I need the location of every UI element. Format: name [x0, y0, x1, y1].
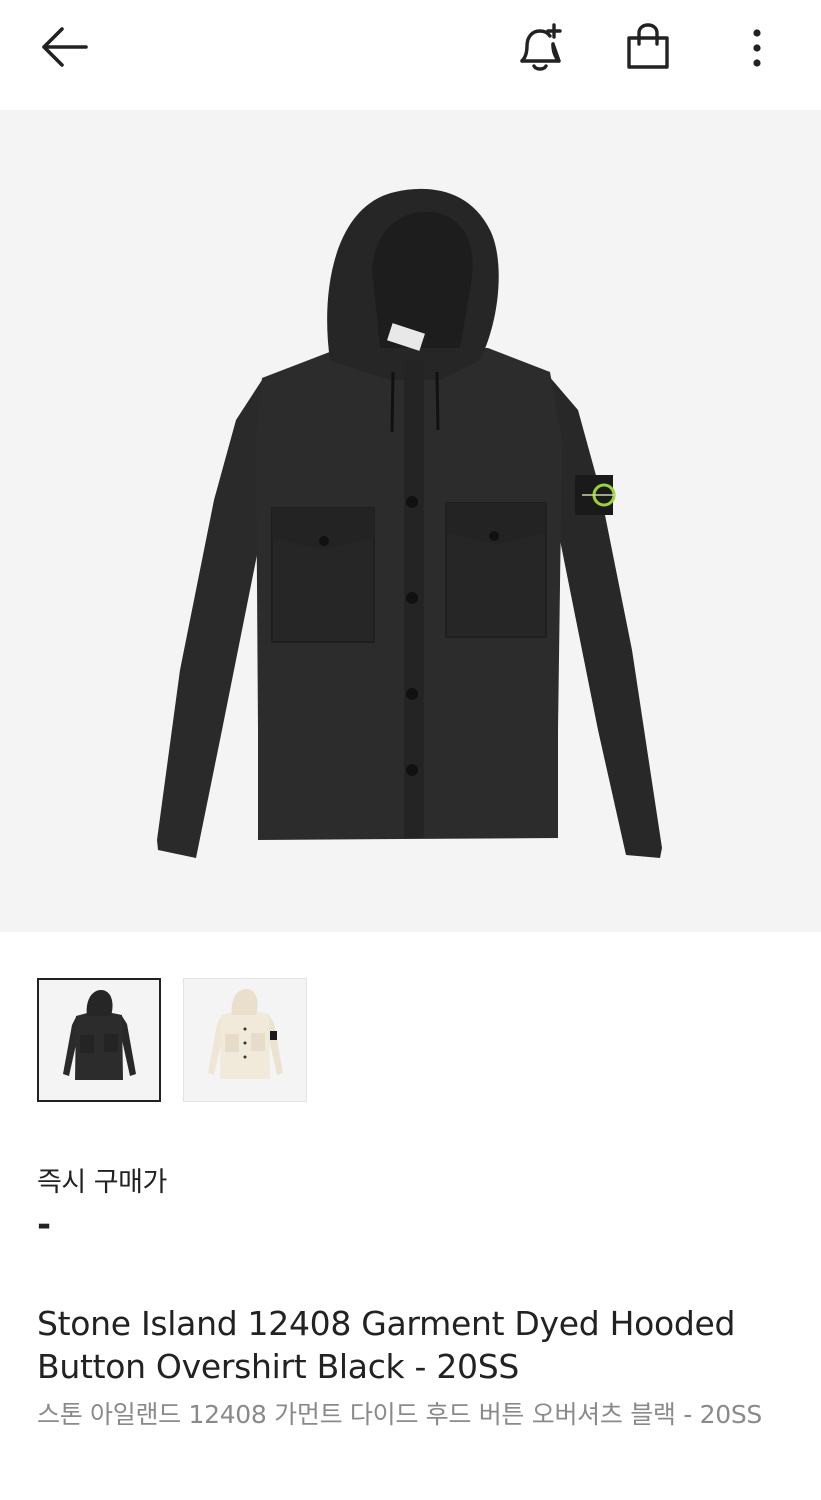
shopping-bag-icon[interactable] [622, 22, 674, 74]
jacket-black-thumbnail [63, 990, 136, 1080]
product-name-english: Stone Island 12408 Garment Dyed Hooded B… [37, 1304, 736, 1386]
instant-buy-price-value: - [37, 1205, 52, 1245]
product-thumbnail-black[interactable] [37, 978, 161, 1102]
bell-plus-icon[interactable] [512, 22, 566, 74]
product-thumbnail-cream[interactable] [183, 978, 307, 1102]
jacket-black-image [157, 188, 662, 858]
more-vertical-icon[interactable] [742, 24, 772, 72]
top-navigation-bar [0, 0, 821, 110]
instant-buy-price-label: 즉시 구매가 [37, 1167, 167, 1198]
product-name-korean: 스톤 아일랜드 12408 가먼트 다이드 후드 버튼 오버셔츠 블랙 - 20… [37, 1400, 762, 1429]
product-main-image[interactable] [0, 110, 821, 932]
jacket-cream-thumbnail [208, 989, 283, 1079]
arrow-left-icon[interactable] [36, 22, 90, 72]
